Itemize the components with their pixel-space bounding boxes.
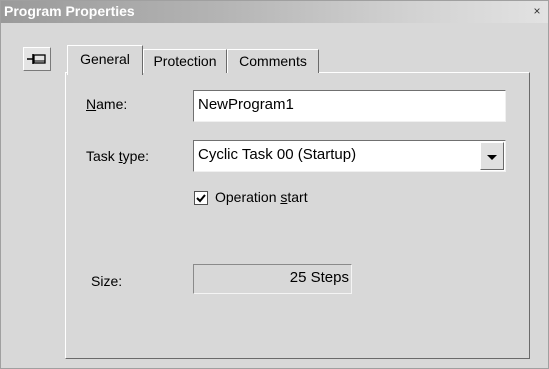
chevron-down-icon (487, 155, 497, 160)
task-type-dropdown[interactable]: Cyclic Task 00 (Startup) (193, 140, 506, 172)
tab-comments[interactable]: Comments (227, 49, 319, 73)
general-tab-panel: Name: NewProgram1 Task type: Cyclic Task… (65, 72, 530, 359)
operation-start-checkbox[interactable] (194, 191, 208, 205)
window-title: Program Properties (4, 3, 135, 19)
checkmark-icon (196, 194, 206, 203)
name-label: Name: (86, 96, 128, 112)
size-label: Size: (91, 273, 123, 289)
name-field[interactable]: NewProgram1 (193, 90, 506, 122)
pin-icon (27, 54, 46, 64)
tab-general[interactable]: General (67, 45, 143, 75)
title-bar[interactable]: Program Properties × (1, 1, 548, 23)
size-value: 25 Steps (193, 264, 352, 294)
close-icon[interactable]: × (531, 4, 543, 18)
tab-protection[interactable]: Protection (143, 49, 227, 73)
dropdown-button[interactable] (480, 142, 504, 170)
program-properties-dialog: Program Properties × Name: NewProgram1 T… (0, 0, 549, 369)
pin-button[interactable] (23, 47, 51, 71)
operation-start-label[interactable]: Operation start (215, 189, 308, 205)
task-type-value: Cyclic Task 00 (Startup) (198, 146, 357, 163)
task-type-label: Task type: (86, 148, 150, 164)
